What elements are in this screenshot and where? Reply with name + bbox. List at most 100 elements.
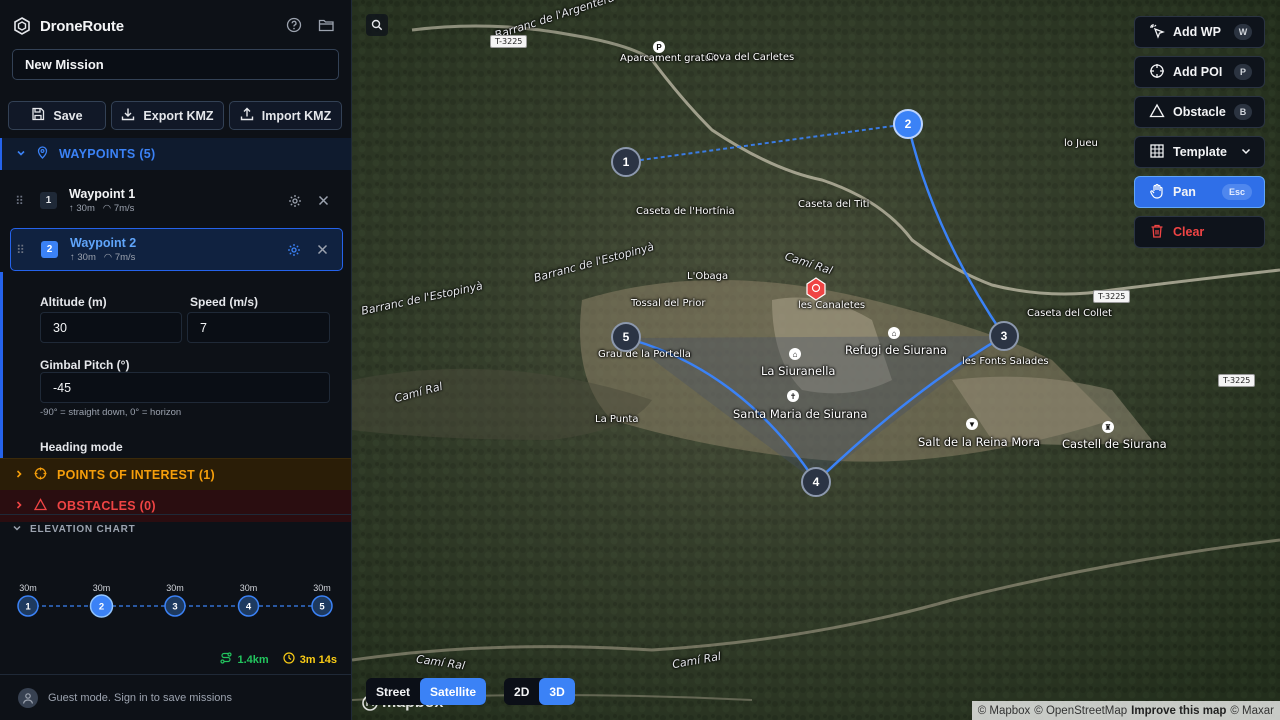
gear-icon[interactable]	[287, 193, 303, 209]
download-icon	[121, 107, 135, 124]
altitude-input[interactable]	[40, 312, 182, 343]
improve-map-link[interactable]: Improve this map	[1131, 705, 1226, 717]
obstacle-button[interactable]: Obstacle B	[1134, 96, 1265, 128]
sidebar: DroneRoute Save Export KMZ Import KMZ WA…	[0, 0, 352, 720]
brand: DroneRoute	[12, 14, 124, 38]
elevation-altitude-label: 30m	[313, 583, 331, 593]
map-label: Santa Maria de Siurana	[733, 407, 868, 421]
map-label: les Canaletes	[798, 300, 866, 311]
clear-button[interactable]: Clear	[1134, 216, 1265, 248]
waypoint-row[interactable]: ⠿ 1 Waypoint 1 ↑ 30m ◠ 7m/s	[10, 179, 343, 222]
waypoint-marker[interactable]: 4	[801, 467, 831, 497]
close-icon[interactable]	[314, 242, 330, 258]
waypoint-title: Waypoint 2	[70, 236, 137, 250]
speed-label: Speed (m/s)	[190, 295, 259, 309]
crosshair-icon	[34, 467, 47, 483]
guest-mode-text[interactable]: Guest mode. Sign in to save missions	[48, 692, 232, 704]
2d-button[interactable]: 2D	[504, 678, 540, 705]
satellite-style-button[interactable]: Satellite	[420, 678, 487, 705]
waypoint-marker[interactable]: 5	[611, 322, 641, 352]
save-label: Save	[53, 108, 83, 123]
add-waypoint-button[interactable]: Add WP W	[1134, 16, 1265, 48]
parking-icon: P	[653, 41, 665, 53]
search-icon[interactable]	[366, 14, 388, 36]
map-label: lo Jueu	[1064, 138, 1098, 149]
map-label: Caseta de l'Hortínia	[636, 206, 735, 217]
waypoints-section-header[interactable]: WAYPOINTS (5)	[0, 138, 351, 170]
clock-icon	[283, 652, 295, 667]
speed-input[interactable]	[187, 312, 330, 343]
mission-stats: 1.4km 3m 14s	[220, 652, 337, 667]
chevron-right-icon	[14, 468, 24, 482]
bed-icon: ⌂	[888, 327, 900, 339]
drone-logo-icon	[12, 16, 32, 36]
elevation-waypoint-number: 4	[246, 602, 252, 613]
add-poi-button[interactable]: Add POI P	[1134, 56, 1265, 88]
grid-icon	[1149, 143, 1165, 162]
map-pin-icon	[36, 146, 49, 162]
elevation-chart: ELEVATION CHART 30m 1 30m 2 30m 3 30m 4 30m 5	[0, 514, 351, 672]
triangle-icon	[33, 498, 48, 514]
altitude-label: Altitude (m)	[40, 295, 107, 309]
street-style-button[interactable]: Street	[366, 678, 421, 705]
elevation-title: ELEVATION CHART	[30, 524, 136, 535]
folder-icon[interactable]	[317, 16, 335, 34]
gimbal-pitch-input[interactable]	[40, 372, 330, 403]
map-label: L'Obaga	[687, 271, 729, 282]
waypoint-marker[interactable]: 1	[611, 147, 641, 177]
shortcut-badge: P	[1234, 64, 1252, 80]
shortcut-badge: Esc	[1222, 184, 1252, 200]
map-label: Caseta del Collet	[1027, 308, 1112, 319]
3d-button[interactable]: 3D	[539, 678, 575, 705]
waypoint-title: Waypoint 1	[69, 187, 136, 201]
gimbal-hint: -90° = straight down, 0° = horizon	[40, 407, 182, 418]
help-icon[interactable]	[285, 16, 303, 34]
bed-icon: ⌂	[789, 348, 801, 360]
app-name: DroneRoute	[40, 17, 124, 35]
elevation-plot: 30m 1 30m 2 30m 3 30m 4 30m 5	[17, 583, 333, 618]
chevron-down-icon[interactable]	[12, 523, 22, 536]
attribution-mapbox[interactable]: © Mapbox	[978, 705, 1031, 717]
close-icon[interactable]	[315, 193, 331, 209]
waypoint-number: 1	[40, 192, 57, 209]
poi-title: POINTS OF INTEREST (1)	[57, 467, 215, 482]
time-stat: 3m 14s	[283, 652, 337, 667]
road-shield: T-3225	[1218, 374, 1256, 387]
add-waypoint-icon	[1149, 23, 1165, 42]
import-kmz-button[interactable]: Import KMZ	[229, 101, 342, 130]
waypoint-row[interactable]: ⠿ 2 Waypoint 2 ↑ 30m ◠ 7m/s	[10, 228, 343, 271]
triangle-icon	[1149, 103, 1165, 122]
drag-handle-icon[interactable]: ⠿	[10, 194, 28, 208]
hand-icon	[1149, 183, 1165, 202]
gear-icon[interactable]	[286, 242, 302, 258]
elevation-waypoint-number: 3	[172, 602, 177, 613]
waypoint-altitude: ↑ 30m	[69, 203, 95, 214]
export-kmz-button[interactable]: Export KMZ	[111, 101, 224, 130]
map-label: Tossal del Prior	[631, 298, 706, 309]
waypoint-marker[interactable]: 3	[989, 321, 1019, 351]
save-button[interactable]: Save	[8, 101, 106, 130]
drag-handle-icon[interactable]: ⠿	[11, 243, 29, 257]
attribution-osm[interactable]: © OpenStreetMap	[1034, 705, 1127, 717]
map-label: Refugi de Siurana	[845, 343, 947, 357]
mission-name-input[interactable]	[12, 49, 339, 80]
map-view[interactable]: Aparcament gratuït Cova del Carletes Cas…	[352, 0, 1280, 720]
export-label: Export KMZ	[143, 108, 214, 123]
church-icon: ✝	[787, 390, 799, 402]
shortcut-badge: B	[1234, 104, 1252, 120]
pan-button[interactable]: Pan Esc	[1134, 176, 1265, 208]
crosshair-icon	[1149, 63, 1165, 82]
waypoint-marker-selected[interactable]: 2	[893, 109, 923, 139]
chevron-right-icon	[14, 499, 24, 513]
poi-section-header[interactable]: POINTS OF INTEREST (1)	[0, 458, 351, 490]
user-icon[interactable]	[18, 687, 38, 708]
chevron-down-icon	[16, 147, 26, 161]
attribution-maxar[interactable]: © Maxar	[1230, 705, 1274, 717]
elevation-altitude-label: 30m	[166, 583, 184, 593]
template-dropdown[interactable]: Template	[1134, 136, 1265, 168]
waypoint-speed: ◠ 7m/s	[103, 252, 136, 263]
dimension-toggle: 2D 3D	[504, 678, 575, 705]
elevation-waypoint-number: 2	[99, 602, 104, 613]
road-shield: T-3225	[1093, 290, 1131, 303]
upload-icon	[240, 107, 254, 124]
